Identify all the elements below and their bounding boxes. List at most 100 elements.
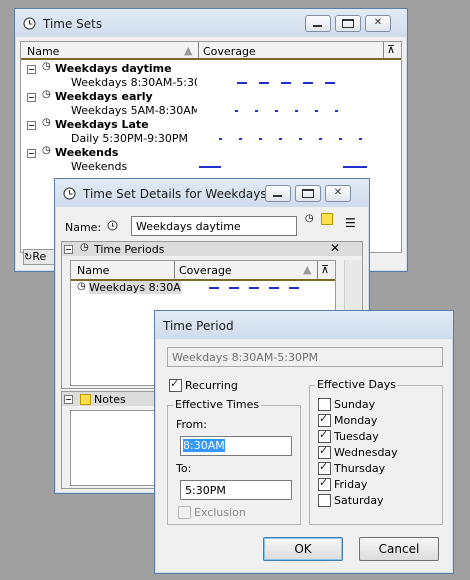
time-sets-titlebar[interactable]: Time Sets ✕	[15, 9, 407, 37]
day-label: Saturday	[334, 494, 384, 507]
recurring-checkbox[interactable]	[169, 377, 182, 392]
to-label: To:	[176, 462, 192, 475]
time-set-group-row[interactable]: ◷ Weekends	[21, 145, 401, 160]
reminders-tab[interactable]: ↻Re	[23, 249, 55, 265]
coverage-bar	[275, 110, 278, 112]
maximize-button[interactable]	[335, 15, 361, 32]
column-chooser-icon[interactable]: ⊼	[321, 263, 329, 276]
day-label: Sunday	[334, 398, 376, 411]
day-checkbox-sunday[interactable]	[318, 398, 331, 411]
coverage-bar	[335, 110, 338, 112]
coverage-bar	[279, 138, 282, 140]
to-time-input[interactable]: 5:30PM	[180, 480, 292, 500]
period-name: Weekdays 8:30A	[89, 281, 181, 294]
time-set-group-row[interactable]: ◷ Weekdays Late	[21, 117, 401, 132]
recurring-label: Recurring	[185, 379, 238, 392]
column-name-header[interactable]: Name	[77, 264, 109, 277]
cancel-button[interactable]: Cancel	[359, 537, 439, 561]
column-chooser-icon[interactable]: ⊼	[387, 43, 395, 56]
collapse-icon[interactable]	[64, 395, 73, 404]
collapse-icon[interactable]	[27, 93, 36, 102]
clock-icon: ◷	[42, 145, 51, 156]
time-set-item-row[interactable]: Weekdays 8:30AM-5:30PM	[21, 76, 401, 90]
coverage-bar	[199, 166, 221, 168]
time-period-dialog: Time Period Weekdays 8:30AM-5:30PM Recur…	[154, 310, 454, 574]
clock-icon: ◷	[42, 89, 51, 100]
day-checkbox-saturday[interactable]	[318, 494, 331, 507]
coverage-bar	[339, 138, 342, 140]
from-time-input[interactable]: 8:30AM	[180, 436, 292, 456]
clock-icon: ◷	[77, 281, 86, 292]
period-summary-field: Weekdays 8:30AM-5:30PM	[167, 347, 443, 367]
name-input[interactable]: Weekdays daytime	[131, 216, 297, 236]
time-set-name: Weekends	[55, 146, 119, 159]
coverage-bar	[259, 82, 269, 84]
day-label: Wednesday	[334, 446, 398, 459]
coverage-bar	[343, 166, 367, 168]
time-sets-title: Time Sets	[43, 17, 103, 31]
time-set-item-row[interactable]: Weekdays 5AM-8:30AM	[21, 104, 401, 118]
coverage-bar	[295, 110, 298, 112]
time-set-name: Weekdays Late	[55, 118, 149, 131]
options-icon[interactable]: ☰	[345, 216, 356, 230]
sort-arrow-icon: ▲	[303, 263, 312, 276]
day-checkbox-tuesday[interactable]	[318, 428, 331, 443]
day-label: Monday	[334, 414, 378, 427]
coverage-bar	[259, 138, 262, 140]
time-set-item: Daily 5:30PM-9:30PM	[71, 132, 188, 145]
time-set-item: Weekdays 8:30AM-5:30PM	[71, 76, 197, 89]
time-periods-header: ◷ Time Periods ✕	[62, 241, 362, 256]
effective-days-group: Effective Days Sunday Monday Tuesday Wednes…	[309, 378, 443, 525]
coverage-bar	[299, 138, 302, 140]
day-checkbox-thursday[interactable]	[318, 460, 331, 475]
time-set-group-row[interactable]: ◷ Weekdays early	[21, 89, 401, 104]
time-set-group-row[interactable]: ◷ Weekdays daytime	[21, 61, 401, 76]
column-coverage-header[interactable]: Coverage	[203, 45, 256, 58]
time-set-name: Weekdays daytime	[55, 62, 172, 75]
coverage-bar	[359, 138, 362, 140]
coverage-bar	[255, 110, 258, 112]
details-titlebar[interactable]: Time Set Details for Weekdays ... ✕	[55, 179, 369, 207]
day-checkbox-friday[interactable]	[318, 476, 331, 491]
day-checkbox-monday[interactable]	[318, 412, 331, 427]
coverage-bar	[237, 82, 247, 84]
day-checkbox-wednesday[interactable]	[318, 444, 331, 459]
time-periods-title: Time Periods	[94, 243, 165, 256]
note-icon[interactable]	[321, 213, 333, 225]
maximize-button[interactable]	[295, 185, 321, 202]
coverage-bar	[235, 110, 238, 112]
coverage-bar	[281, 82, 291, 84]
ok-button[interactable]: OK	[263, 537, 343, 561]
collapse-icon[interactable]	[27, 65, 36, 74]
coverage-bar	[319, 138, 322, 140]
collapse-icon[interactable]	[64, 245, 73, 254]
day-label: Thursday	[334, 462, 386, 475]
exclusion-checkbox[interactable]	[178, 506, 191, 519]
time-set-item-row[interactable]: Weekends	[21, 160, 401, 174]
time-set-item: Weekdays 5AM-8:30AM	[71, 104, 197, 117]
schedule-icon[interactable]: ◷	[305, 213, 314, 224]
column-name-header[interactable]: Name	[27, 45, 59, 58]
effective-days-title: Effective Days	[315, 378, 398, 391]
details-title: Time Set Details for Weekdays ...	[83, 187, 282, 201]
collapse-icon[interactable]	[27, 121, 36, 130]
minimize-button[interactable]	[305, 15, 331, 32]
close-button[interactable]: ✕	[365, 15, 391, 32]
period-row[interactable]: ◷ Weekdays 8:30A	[71, 281, 335, 295]
name-label: Name:	[65, 221, 102, 234]
minimize-button[interactable]	[265, 185, 291, 202]
coverage-bar	[325, 82, 335, 84]
coverage-bar	[219, 138, 222, 140]
coverage-bar	[303, 82, 313, 84]
clock-icon: ◷	[42, 117, 51, 128]
column-coverage-header[interactable]: Coverage	[179, 264, 232, 277]
clock-icon	[107, 220, 118, 234]
close-button[interactable]: ✕	[325, 185, 351, 202]
collapse-icon[interactable]	[27, 149, 36, 158]
day-label: Tuesday	[334, 430, 379, 443]
time-set-item-row[interactable]: Daily 5:30PM-9:30PM	[21, 132, 401, 146]
clock-icon	[63, 187, 76, 203]
clock-icon: ◷	[80, 242, 89, 253]
close-icon[interactable]: ✕	[330, 241, 340, 255]
time-period-titlebar[interactable]: Time Period	[155, 311, 453, 339]
